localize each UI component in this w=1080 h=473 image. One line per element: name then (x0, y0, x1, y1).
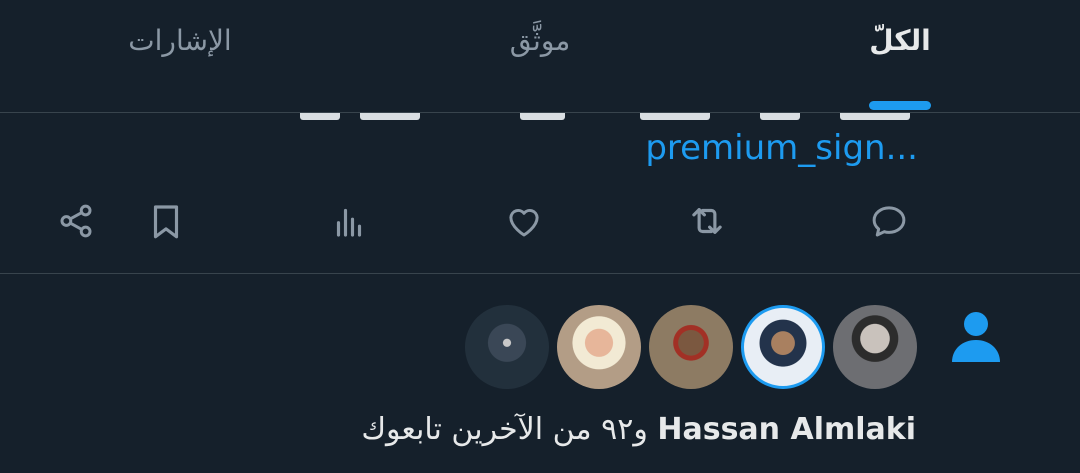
retweet-icon (692, 208, 722, 234)
follower-avatar[interactable] (833, 305, 917, 389)
notifications-tabs: الكلّ موثَّق الإشارات (0, 0, 1080, 113)
active-tab-indicator (869, 101, 931, 110)
like-button[interactable] (498, 195, 550, 247)
clipped-text-fragment (360, 113, 420, 120)
clipped-text-fragment (640, 113, 710, 120)
follower-name[interactable]: Hassan Almlaki (657, 412, 916, 447)
follower-avatar[interactable] (557, 305, 641, 389)
views-button[interactable] (323, 195, 375, 247)
follower-avatars (0, 305, 1080, 390)
tweet-divider (0, 273, 1080, 274)
tweet-actions (0, 195, 1080, 250)
reply-icon (872, 206, 906, 237)
tab-mentions[interactable]: الإشارات (110, 24, 250, 57)
follower-avatar[interactable] (649, 305, 733, 389)
bookmark-icon (153, 205, 179, 239)
follower-avatar[interactable] (741, 305, 825, 389)
reply-button[interactable] (863, 195, 915, 247)
tab-verified[interactable]: موثَّق (490, 24, 590, 57)
clipped-text-fragment (520, 113, 565, 120)
clipped-text-fragment (300, 113, 340, 120)
bookmark-button[interactable] (140, 195, 192, 247)
retweet-button[interactable] (681, 195, 733, 247)
share-button[interactable] (50, 195, 102, 247)
follow-notification-text[interactable]: Hassan Almlaki و٩٢ من الآخرين تابعوك (361, 412, 916, 447)
follow-notification-rest: و٩٢ من الآخرين تابعوك (361, 412, 658, 447)
clipped-text-fragment (760, 113, 800, 120)
tweet-link[interactable]: premium_sign... (645, 128, 918, 168)
clipped-text-fragment (840, 113, 910, 120)
heart-icon (509, 209, 539, 237)
tab-all[interactable]: الكلّ (860, 24, 940, 57)
share-icon (60, 204, 92, 238)
views-icon (336, 208, 362, 237)
follower-avatar[interactable] (465, 305, 549, 389)
